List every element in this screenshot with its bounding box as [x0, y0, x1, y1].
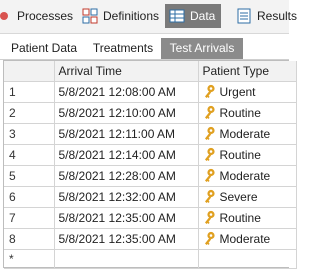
- table-row[interactable]: 4 5/8/2021 12:14:00 AM Routine: [4, 144, 297, 166]
- row-number: 2: [4, 102, 55, 124]
- column-header-patient-type[interactable]: Patient Type: [198, 61, 297, 82]
- data-subtabs: Patient Data Treatments Test Arrivals: [0, 36, 289, 60]
- tab-label: Data: [190, 9, 216, 23]
- new-row[interactable]: *: [4, 249, 297, 269]
- patient-type-label: Routine: [219, 210, 261, 225]
- arrival-time-cell[interactable]: 5/8/2021 12:35:00 AM: [54, 228, 199, 250]
- tab-data[interactable]: Data: [165, 4, 221, 28]
- tab-patient-data[interactable]: Patient Data: [4, 38, 84, 59]
- tab-label: Processes: [17, 9, 74, 23]
- key-icon: [203, 84, 216, 99]
- patient-type-cell[interactable]: Routine: [198, 102, 297, 124]
- row-number: 8: [4, 228, 55, 250]
- key-icon: [203, 105, 216, 120]
- arrival-time-cell[interactable]: [54, 249, 199, 269]
- arrival-time-cell[interactable]: 5/8/2021 12:32:00 AM: [54, 186, 199, 208]
- key-icon: [203, 210, 216, 225]
- arrivals-grid: Arrival Time Patient Type 1 5/8/2021 12:0…: [3, 60, 297, 269]
- patient-type-cell[interactable]: Routine: [198, 207, 297, 229]
- table-row[interactable]: 7 5/8/2021 12:35:00 AM Routine: [4, 207, 297, 229]
- tab-definitions[interactable]: Definitions: [82, 4, 159, 28]
- patient-type-cell[interactable]: Moderate: [198, 165, 297, 187]
- tab-processes[interactable]: Processes: [0, 4, 73, 28]
- arrival-time-cell[interactable]: 5/8/2021 12:28:00 AM: [54, 165, 199, 187]
- table-row[interactable]: 6 5/8/2021 12:32:00 AM Severe: [4, 186, 297, 208]
- key-icon: [203, 147, 216, 162]
- table-row[interactable]: 5 5/8/2021 12:28:00 AM Moderate: [4, 165, 297, 187]
- tab-results[interactable]: Results: [236, 4, 297, 28]
- arrival-time-cell[interactable]: 5/8/2021 12:14:00 AM: [54, 144, 199, 166]
- arrival-time-cell[interactable]: 5/8/2021 12:11:00 AM: [54, 123, 199, 145]
- table-row[interactable]: 3 5/8/2021 12:11:00 AM Moderate: [4, 123, 297, 145]
- tab-test-arrivals[interactable]: Test Arrivals: [161, 38, 243, 59]
- key-icon: [203, 231, 216, 246]
- patient-type-label: Severe: [219, 189, 258, 204]
- patient-type-label: Moderate: [219, 126, 271, 141]
- processes-icon: [0, 8, 12, 24]
- tab-label: Results: [257, 9, 298, 23]
- arrival-time-cell[interactable]: 5/8/2021 12:10:00 AM: [54, 102, 199, 124]
- arrivals-table: Arrival Time Patient Type 1 5/8/2021 12:0…: [4, 61, 297, 269]
- row-number: 5: [4, 165, 55, 187]
- row-number: 7: [4, 207, 55, 229]
- patient-type-cell[interactable]: Routine: [198, 144, 297, 166]
- row-number: 4: [4, 144, 55, 166]
- tab-label: Definitions: [103, 9, 160, 23]
- definitions-icon: [82, 8, 98, 24]
- patient-type-cell[interactable]: Severe: [198, 186, 297, 208]
- arrival-time-cell[interactable]: 5/8/2021 12:35:00 AM: [54, 207, 199, 229]
- arrival-time-cell[interactable]: 5/8/2021 12:08:00 AM: [54, 81, 199, 103]
- table-row[interactable]: 2 5/8/2021 12:10:00 AM Routine: [4, 102, 297, 124]
- results-icon: [236, 8, 252, 24]
- table-row[interactable]: 8 5/8/2021 12:35:00 AM Moderate: [4, 228, 297, 250]
- ribbon-bar: Processes Definitions Data Results: [0, 0, 297, 34]
- column-header-arrival-time[interactable]: Arrival Time: [54, 61, 199, 82]
- patient-type-cell[interactable]: Urgent: [198, 81, 297, 103]
- patient-type-label: Routine: [219, 147, 261, 162]
- table-row[interactable]: 1 5/8/2021 12:08:00 AM Urgent: [4, 81, 297, 103]
- patient-type-label: Moderate: [219, 168, 271, 183]
- patient-type-cell[interactable]: [198, 249, 297, 269]
- patient-type-cell[interactable]: Moderate: [198, 123, 297, 145]
- new-row-marker: *: [4, 249, 55, 269]
- key-icon: [203, 168, 216, 183]
- row-header-corner[interactable]: [4, 61, 55, 82]
- tab-treatments[interactable]: Treatments: [86, 38, 160, 59]
- data-icon: [169, 8, 185, 24]
- patient-type-label: Urgent: [219, 84, 256, 99]
- key-icon: [203, 189, 216, 204]
- patient-type-cell[interactable]: Moderate: [198, 228, 297, 250]
- row-number: 3: [4, 123, 55, 145]
- row-number: 1: [4, 81, 55, 103]
- row-number: 6: [4, 186, 55, 208]
- patient-type-label: Moderate: [219, 231, 271, 246]
- key-icon: [203, 126, 216, 141]
- header-row: Arrival Time Patient Type: [4, 61, 297, 82]
- patient-type-label: Routine: [219, 105, 261, 120]
